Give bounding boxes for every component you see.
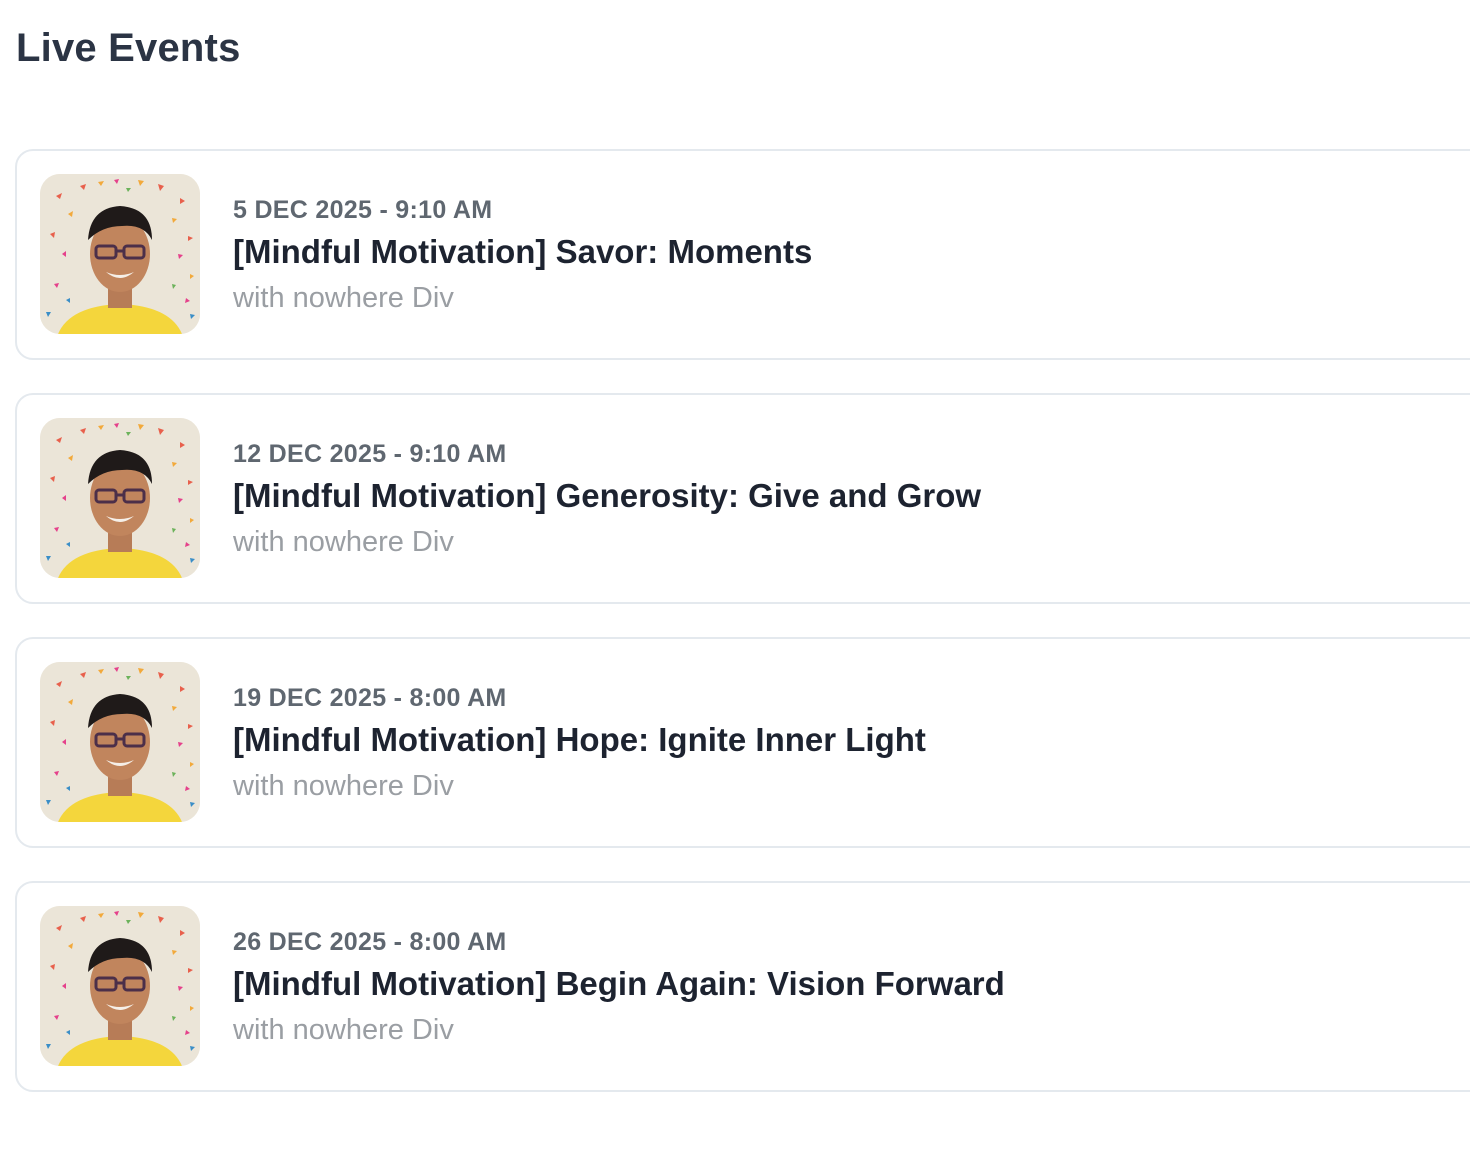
event-card[interactable]: 5 DEC 2025 - 9:10 AM [Mindful Motivation…: [15, 149, 1470, 360]
event-list: 5 DEC 2025 - 9:10 AM [Mindful Motivation…: [15, 149, 1470, 1125]
event-details: 5 DEC 2025 - 9:10 AM [Mindful Motivation…: [233, 193, 812, 318]
event-host: with nowhere Div: [233, 526, 454, 558]
event-date: 19 DEC 2025 - 8:00 AM: [233, 684, 507, 712]
event-date: 5 DEC 2025 - 9:10 AM: [233, 196, 493, 224]
event-details: 26 DEC 2025 - 8:00 AM [Mindful Motivatio…: [233, 925, 1005, 1050]
event-date: 26 DEC 2025 - 8:00 AM: [233, 928, 507, 956]
event-host: with nowhere Div: [233, 1014, 454, 1046]
event-title: [Mindful Motivation] Hope: Ignite Inner …: [233, 721, 926, 758]
event-card[interactable]: 12 DEC 2025 - 9:10 AM [Mindful Motivatio…: [15, 393, 1470, 604]
page-title: Live Events: [16, 26, 241, 70]
event-card[interactable]: 19 DEC 2025 - 8:00 AM [Mindful Motivatio…: [15, 637, 1470, 848]
event-title: [Mindful Motivation] Savor: Moments: [233, 233, 813, 270]
event-card[interactable]: 26 DEC 2025 - 8:00 AM [Mindful Motivatio…: [15, 881, 1470, 1092]
event-host: with nowhere Div: [233, 282, 454, 314]
event-host: with nowhere Div: [233, 770, 454, 802]
host-portrait-image: [40, 418, 200, 578]
host-portrait-image: [40, 906, 200, 1066]
event-title: [Mindful Motivation] Generosity: Give an…: [233, 477, 982, 514]
event-title: [Mindful Motivation] Begin Again: Vision…: [233, 965, 1005, 1002]
event-details: 19 DEC 2025 - 8:00 AM [Mindful Motivatio…: [233, 681, 926, 806]
host-portrait-image: [40, 174, 200, 334]
event-details: 12 DEC 2025 - 9:10 AM [Mindful Motivatio…: [233, 437, 981, 562]
event-date: 12 DEC 2025 - 9:10 AM: [233, 440, 507, 468]
host-portrait-image: [40, 662, 200, 822]
